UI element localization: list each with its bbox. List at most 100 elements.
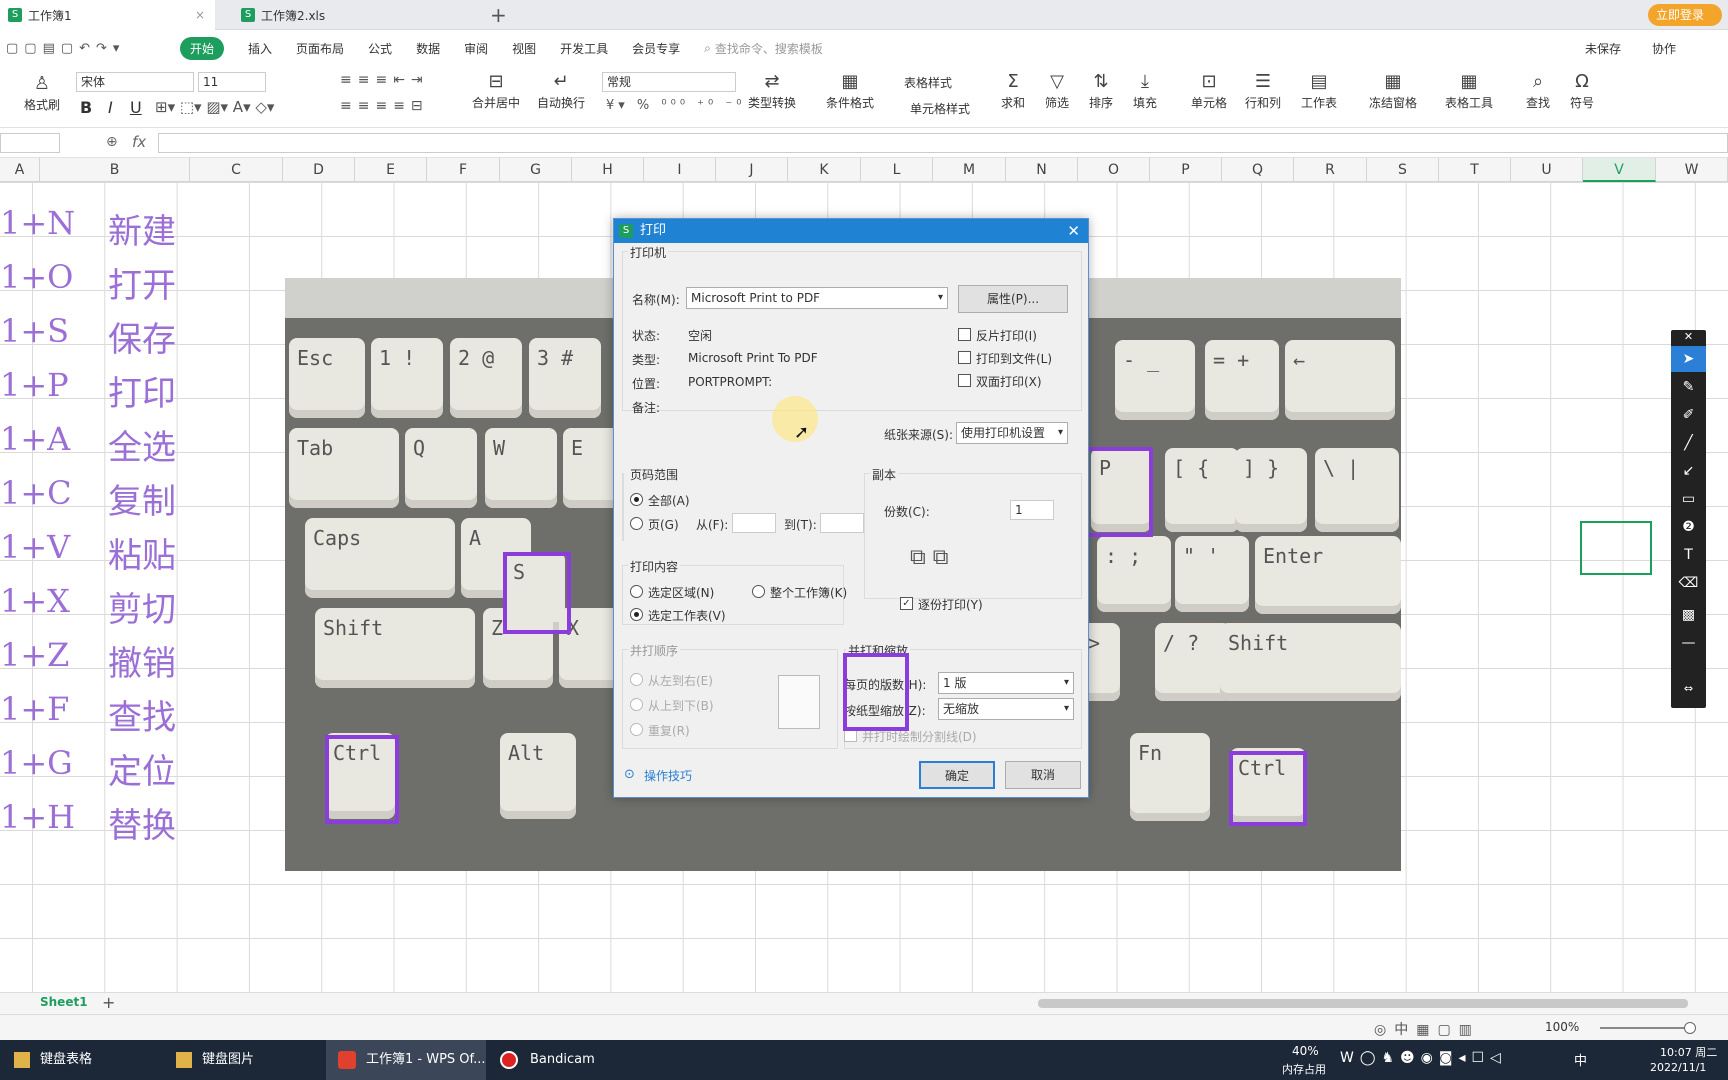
column-header-c[interactable]: C bbox=[190, 158, 283, 182]
unsaved-status[interactable]: 未保存 bbox=[1585, 40, 1621, 57]
column-header-i[interactable]: I bbox=[644, 158, 716, 182]
merge-center-button[interactable]: ⊟ 合并居中 bbox=[468, 70, 524, 111]
cell-a[interactable]: 1+C bbox=[0, 474, 72, 512]
cell-a[interactable]: 1+F bbox=[0, 690, 69, 728]
taskbar-item-keyboard-image[interactable]: 键盘图片 bbox=[162, 1040, 322, 1080]
tips-link[interactable]: 操作技巧 bbox=[644, 767, 692, 784]
tab-workbook2[interactable]: S 工作簿2.xls bbox=[233, 0, 481, 30]
cell-b[interactable]: 打印 bbox=[108, 366, 176, 415]
font-size-select[interactable]: 11 bbox=[198, 72, 266, 92]
fx-label[interactable]: fx bbox=[132, 133, 146, 151]
filter-button[interactable]: ▽ 筛选 bbox=[1040, 70, 1074, 111]
cell-a[interactable]: 1+A bbox=[0, 420, 70, 458]
cell-a[interactable]: 1+S bbox=[0, 312, 69, 350]
properties-button[interactable]: 属性(P)... bbox=[958, 285, 1068, 313]
find-button[interactable]: ⌕ 查找 bbox=[1520, 70, 1556, 111]
column-header-p[interactable]: P bbox=[1150, 158, 1222, 182]
sort-button[interactable]: ⇅ 排序 bbox=[1084, 70, 1118, 111]
column-header-t[interactable]: T bbox=[1439, 158, 1511, 182]
menu-member[interactable]: 会员专享 bbox=[632, 40, 680, 57]
cell-a[interactable]: 1+Z bbox=[0, 636, 69, 674]
column-header-s[interactable]: S bbox=[1367, 158, 1439, 182]
tab-workbook1[interactable]: S 工作簿1 × bbox=[0, 0, 215, 30]
name-box[interactable] bbox=[0, 133, 60, 153]
text-icon[interactable]: T bbox=[1671, 542, 1706, 568]
italic-button[interactable]: I bbox=[108, 98, 113, 117]
copies-input[interactable]: 1 bbox=[1010, 500, 1054, 520]
column-header-b[interactable]: B bbox=[40, 158, 190, 182]
border-tools[interactable]: ⊞▾ ⬚▾ ▨▾ A▾ ◇▾ bbox=[155, 98, 274, 116]
collate-checkbox[interactable]: ✓ bbox=[900, 597, 913, 610]
symbol-button[interactable]: Ω 符号 bbox=[1564, 70, 1600, 111]
range-pages-radio[interactable] bbox=[630, 517, 643, 530]
sheet-tab[interactable]: Sheet1 bbox=[40, 995, 88, 1009]
close-icon[interactable]: ✕ bbox=[1671, 330, 1706, 344]
table-tools-button[interactable]: ▦ 表格工具 bbox=[1440, 70, 1498, 111]
column-header-e[interactable]: E bbox=[355, 158, 427, 182]
cell-b[interactable]: 新建 bbox=[108, 204, 176, 253]
cursor-icon[interactable]: ➤ bbox=[1671, 346, 1706, 372]
command-search[interactable]: 查找命令、搜索模板 bbox=[715, 40, 823, 57]
cell-a[interactable]: 1+G bbox=[0, 744, 73, 782]
eraser-icon[interactable]: ⌫ bbox=[1671, 570, 1706, 596]
zoom-slider[interactable] bbox=[1600, 1027, 1694, 1029]
collaborate-button[interactable]: 协作 bbox=[1652, 40, 1676, 57]
number-tools[interactable]: ¥▾ % ⁰⁰⁰ ⁺⁰ ⁻⁰ bbox=[606, 98, 745, 113]
column-header-k[interactable]: K bbox=[788, 158, 861, 182]
cell-a[interactable]: 1+P bbox=[0, 366, 69, 404]
align-bottom-row[interactable]: ≡≡≡≡⊟ bbox=[340, 98, 429, 114]
column-header-u[interactable]: U bbox=[1511, 158, 1583, 182]
cell-button[interactable]: ⊡ 单元格 bbox=[1186, 70, 1232, 111]
login-button[interactable]: 立即登录 bbox=[1648, 4, 1722, 26]
underline-button[interactable]: U bbox=[130, 98, 142, 117]
paper-source-select[interactable]: 使用打印机设置 bbox=[956, 422, 1068, 444]
column-header-d[interactable]: D bbox=[283, 158, 355, 182]
menu-page-layout[interactable]: 页面布局 bbox=[296, 40, 344, 57]
type-convert-button[interactable]: ⇄ 类型转换 bbox=[744, 70, 800, 111]
freeze-panes-button[interactable]: ▦ 冻结窗格 bbox=[1364, 70, 1422, 111]
menu-formula[interactable]: 公式 bbox=[368, 40, 392, 57]
content-sheet-radio[interactable] bbox=[630, 608, 643, 621]
taskbar-item-wps[interactable]: 工作簿1 - WPS Of... bbox=[326, 1040, 486, 1080]
bold-button[interactable]: B bbox=[80, 98, 92, 117]
arrow-icon[interactable]: ↙ bbox=[1671, 458, 1706, 484]
zoom-slider-thumb[interactable] bbox=[1684, 1022, 1696, 1034]
cell-b[interactable]: 保存 bbox=[108, 312, 176, 361]
content-workbook-radio[interactable] bbox=[752, 585, 765, 598]
new-tab-button[interactable]: + bbox=[490, 3, 507, 27]
column-header-r[interactable]: R bbox=[1294, 158, 1367, 182]
pen-icon[interactable]: ✎ bbox=[1671, 374, 1706, 400]
ok-button[interactable]: 确定 bbox=[919, 761, 995, 789]
close-icon[interactable]: × bbox=[195, 8, 205, 22]
cell-a[interactable]: 1+V bbox=[0, 528, 70, 566]
column-header-w[interactable]: W bbox=[1656, 158, 1728, 182]
cell-b[interactable]: 全选 bbox=[108, 420, 176, 469]
column-header-o[interactable]: O bbox=[1078, 158, 1150, 182]
from-page-input[interactable] bbox=[732, 513, 776, 533]
zoom-level[interactable]: 100% bbox=[1545, 1020, 1579, 1034]
reverse-print-checkbox[interactable] bbox=[958, 328, 971, 341]
menu-review[interactable]: 审阅 bbox=[464, 40, 488, 57]
order-lr-radio[interactable] bbox=[630, 673, 643, 686]
cell-a[interactable]: 1+N bbox=[0, 204, 75, 242]
cell-a[interactable]: 1+O bbox=[0, 258, 73, 296]
fill-button[interactable]: ⤓ 填充 bbox=[1128, 70, 1162, 111]
content-selection-radio[interactable] bbox=[630, 585, 643, 598]
rectangle-icon[interactable]: ▭ bbox=[1671, 486, 1706, 512]
to-page-input[interactable] bbox=[820, 513, 864, 533]
taskbar-item-keyboard-table[interactable]: 键盘表格 bbox=[0, 1040, 160, 1080]
column-header-n[interactable]: N bbox=[1006, 158, 1078, 182]
cell-b[interactable]: 查找 bbox=[108, 690, 176, 739]
align-top-row[interactable]: ≡≡≡⇤⇥ bbox=[340, 72, 429, 88]
cell-style-button[interactable]: 单元格样式 bbox=[898, 100, 982, 117]
row-col-button[interactable]: ☰ 行和列 bbox=[1240, 70, 1286, 111]
color-icon[interactable]: ▩ bbox=[1671, 602, 1706, 628]
menu-data[interactable]: 数据 bbox=[416, 40, 440, 57]
column-header-h[interactable]: H bbox=[572, 158, 644, 182]
cell-a[interactable]: 1+H bbox=[0, 798, 75, 836]
conditional-format-button[interactable]: ▦ 条件格式 bbox=[822, 70, 878, 111]
number-format-select[interactable]: 常规 bbox=[602, 72, 736, 92]
worksheet-button[interactable]: ▤ 工作表 bbox=[1296, 70, 1342, 111]
quick-access-toolbar[interactable]: ▢▢▤▢↶↷▾ bbox=[0, 41, 180, 56]
font-name-select[interactable]: 宋体 bbox=[76, 72, 194, 92]
